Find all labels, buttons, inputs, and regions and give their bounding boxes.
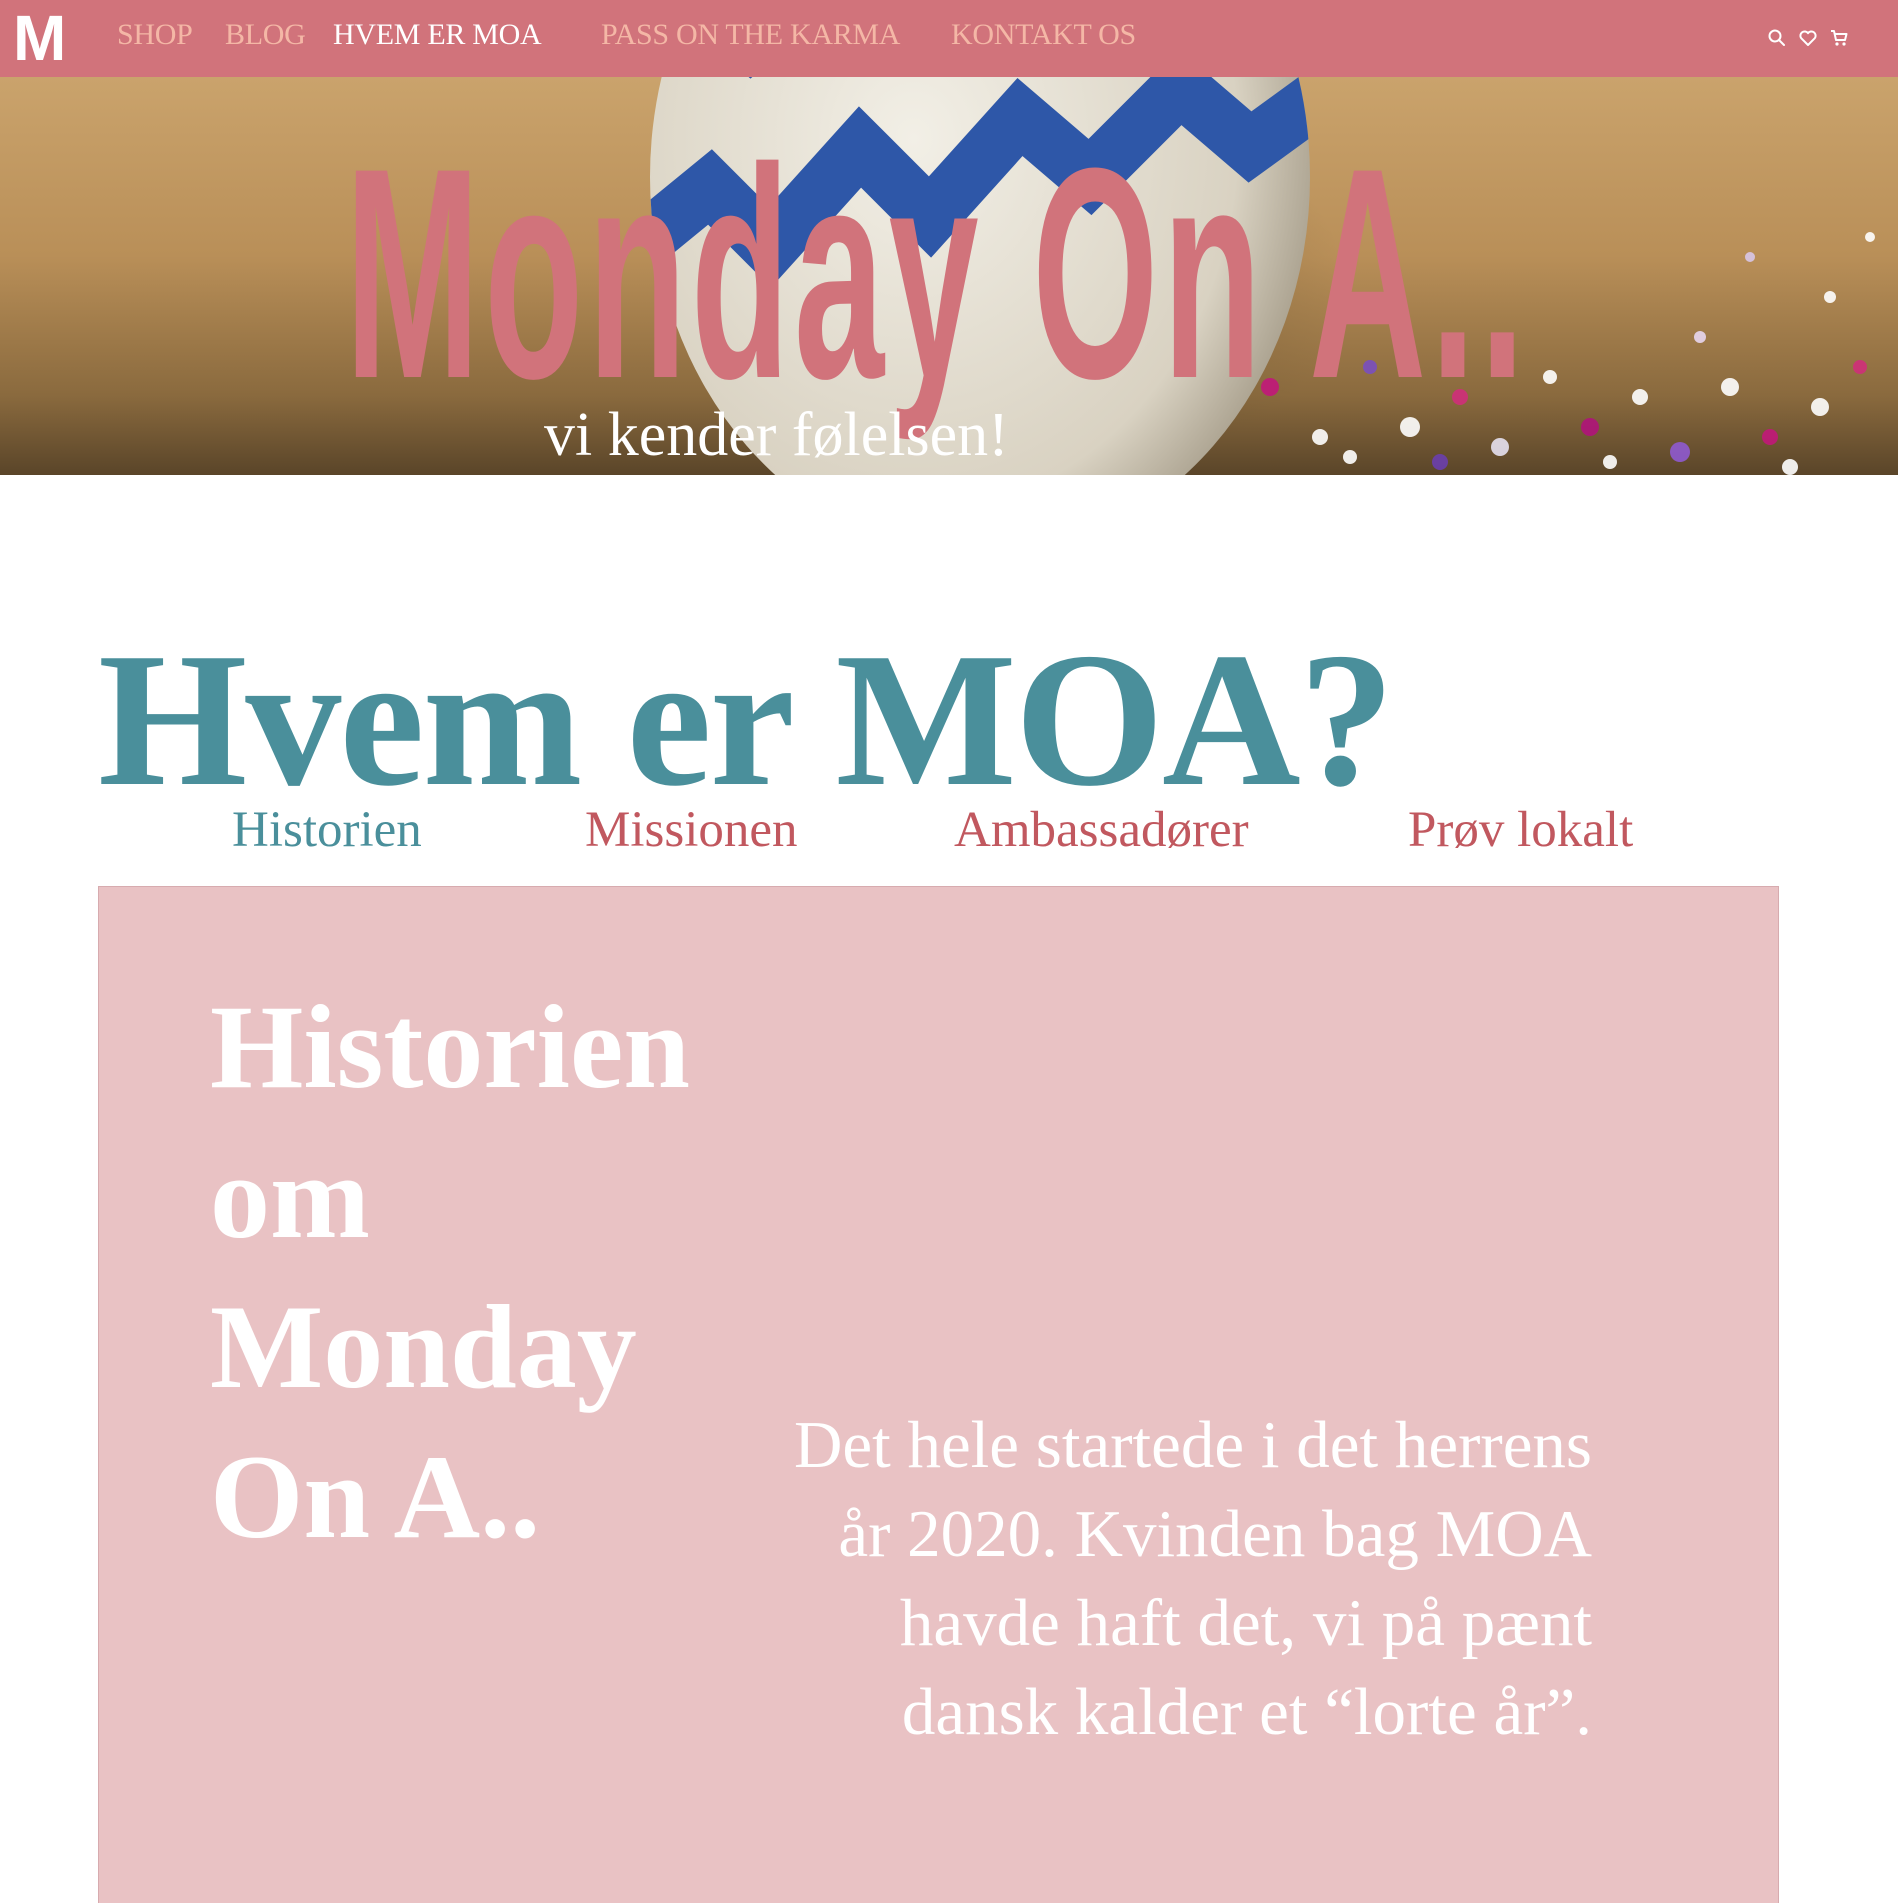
nav-item-shop[interactable]: SHOP bbox=[117, 17, 193, 53]
nav-item-kontakt-os[interactable]: KONTAKT OS bbox=[951, 17, 1136, 53]
story-text: Det hele startede i det herrens år 2020.… bbox=[793, 1408, 1592, 1749]
hero-subtitle: vi kender følelsen! bbox=[544, 401, 1009, 469]
tab-ambassadorer[interactable]: Ambassadører bbox=[954, 800, 1249, 860]
hero-title: Monday On A.. bbox=[345, 105, 1530, 441]
top-navigation-bar: M SHOP BLOG HVEM ER MOA PASS ON THE KARM… bbox=[0, 0, 1898, 77]
story-panel: Historien om Monday On A.. Det hele star… bbox=[98, 886, 1779, 1903]
nav-item-blog[interactable]: BLOG bbox=[225, 17, 306, 53]
tab-historien[interactable]: Historien bbox=[232, 800, 422, 860]
tab-prov-lokalt[interactable]: Prøv lokalt bbox=[1408, 800, 1633, 860]
logo[interactable]: M bbox=[13, 6, 66, 70]
search-icon[interactable] bbox=[1767, 28, 1787, 48]
nav-item-pass-on-the-karma[interactable]: PASS ON THE KARMA bbox=[601, 17, 900, 53]
hero-banner: Monday On A.. vi kender følelsen! bbox=[0, 77, 1898, 475]
nav-item-hvem-er-moa[interactable]: HVEM ER MOA bbox=[333, 17, 542, 53]
page-title: Hvem er MOA? bbox=[98, 613, 1395, 826]
cart-icon[interactable] bbox=[1829, 28, 1849, 48]
tab-missionen[interactable]: Missionen bbox=[585, 800, 798, 860]
heart-icon[interactable] bbox=[1798, 28, 1818, 48]
story-heading: Historien om Monday On A.. bbox=[210, 980, 690, 1563]
